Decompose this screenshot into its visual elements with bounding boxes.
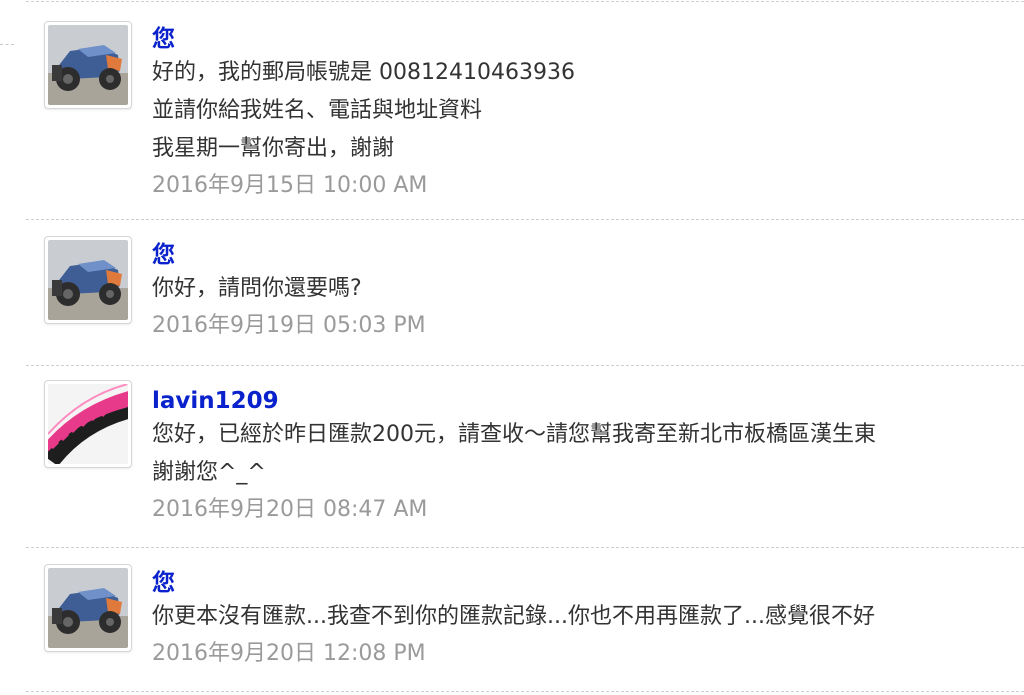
message-line: 並請你給我姓名、電話與地址資料	[152, 98, 483, 123]
message-item: lavin1209 您好，已經於昨日匯款200元，請查收～請您幫我寄至新北市板橋…	[26, 366, 1024, 548]
pink-tire-icon	[48, 384, 128, 464]
message-line: 你更本沒有匯款...我查不到你的匯款記錄...你也不用再匯款了...感覺很不好	[152, 604, 875, 629]
message-body: lavin1209 您好，已經於昨日匯款200元，請查收～請您幫我寄至新北市板橋…	[152, 386, 1024, 528]
avatar[interactable]	[44, 564, 132, 652]
message-line: 您好，已經於昨日匯款200元，請查收～請您幫我寄至新北市板橋區漢生東	[152, 422, 876, 447]
message-line: 好的，我的郵局帳號是 00812410463936	[152, 60, 575, 85]
message-body: 您 你更本沒有匯款...我查不到你的匯款記錄...你也不用再匯款了...感覺很不…	[152, 568, 1024, 672]
message-timestamp: 2016年9月20日 08:47 AM	[152, 497, 428, 522]
sender-name[interactable]: 您	[152, 240, 1024, 270]
message-item: 您 你更本沒有匯款...我查不到你的匯款記錄...你也不用再匯款了...感覺很不…	[26, 548, 1024, 692]
sender-name[interactable]: lavin1209	[152, 386, 1024, 416]
left-divider-stub	[0, 44, 14, 45]
sender-name[interactable]: 您	[152, 568, 1024, 598]
avatar[interactable]	[44, 236, 132, 324]
message-timestamp: 2016年9月15日 10:00 AM	[152, 173, 428, 198]
message-timestamp: 2016年9月19日 05:03 PM	[152, 313, 426, 338]
message-timestamp: 2016年9月20日 12:08 PM	[152, 641, 426, 666]
message-item: 您 好的，我的郵局帳號是 00812410463936 並請你給我姓名、電話與地…	[26, 1, 1024, 220]
rc-car-icon	[48, 25, 128, 105]
sender-name[interactable]: 您	[152, 24, 1024, 54]
message-thread: 您 好的，我的郵局帳號是 00812410463936 並請你給我姓名、電話與地…	[26, 0, 1024, 692]
message-body: 您 你好，請問你還要嗎? 2016年9月19日 05:03 PM	[152, 240, 1024, 344]
rc-car-icon	[48, 568, 128, 648]
avatar[interactable]	[44, 21, 132, 109]
message-line: 你好，請問你還要嗎?	[152, 276, 362, 301]
rc-car-icon	[48, 240, 128, 320]
message-line: 我星期一幫你寄出，謝謝	[152, 136, 395, 161]
message-body: 您 好的，我的郵局帳號是 00812410463936 並請你給我姓名、電話與地…	[152, 24, 1024, 204]
message-item: 您 你好，請問你還要嗎? 2016年9月19日 05:03 PM	[26, 220, 1024, 366]
avatar[interactable]	[44, 380, 132, 468]
message-line: 謝謝您^_^	[152, 460, 266, 485]
